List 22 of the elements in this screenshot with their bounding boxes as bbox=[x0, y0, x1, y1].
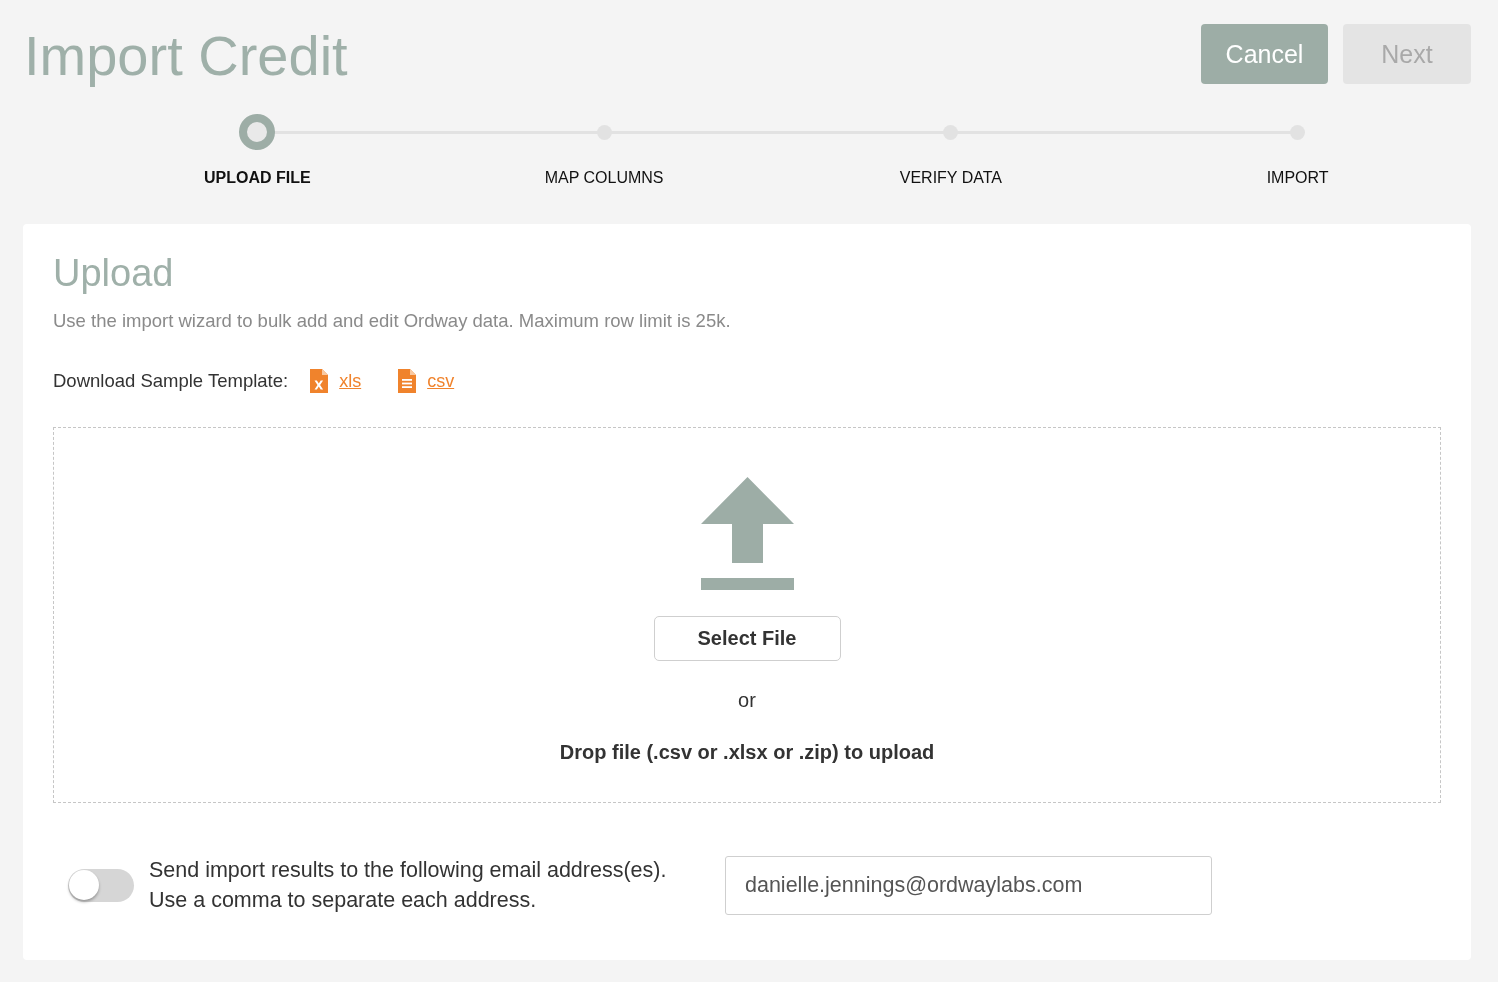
separator-text: or bbox=[738, 688, 756, 713]
select-file-button[interactable]: Select File bbox=[653, 616, 841, 661]
email-note-text: Use a comma to separate each address. bbox=[149, 887, 538, 914]
spreadsheet-file-icon bbox=[310, 369, 329, 393]
email-note-text: Send import results to the following email address(es). bbox=[149, 857, 668, 884]
step-label: MAP COLUMNS bbox=[544, 168, 664, 188]
email-toggle[interactable] bbox=[68, 868, 134, 902]
upload-arrow-icon bbox=[700, 477, 794, 590]
csv-template-link[interactable]: csv bbox=[398, 369, 455, 393]
template-label: Download Sample Template: bbox=[53, 370, 289, 392]
cancel-button[interactable]: Cancel bbox=[1201, 24, 1328, 84]
step-label: UPLOAD FILE bbox=[204, 168, 311, 188]
section-title: Upload bbox=[53, 251, 175, 296]
xls-template-link[interactable]: xls bbox=[310, 369, 362, 393]
description-text: Use the import wizard to bulk add and edit Ordway data. Maximum row limit is 25k. bbox=[53, 309, 732, 333]
drop-zone[interactable]: Select File or Drop file (.csv or .xlsx or .zip) to upload bbox=[53, 427, 1441, 803]
email-field[interactable]: danielle.jennings@ordwaylabs.com bbox=[725, 855, 1212, 915]
page-title: Import Credit bbox=[24, 26, 348, 86]
drop-hint-text: Drop file (.csv or .xlsx or .zip) to upload bbox=[559, 740, 935, 765]
document-file-icon bbox=[398, 369, 417, 393]
step-label: VERIFY DATA bbox=[899, 168, 1002, 188]
step-label: IMPORT bbox=[1266, 168, 1329, 188]
